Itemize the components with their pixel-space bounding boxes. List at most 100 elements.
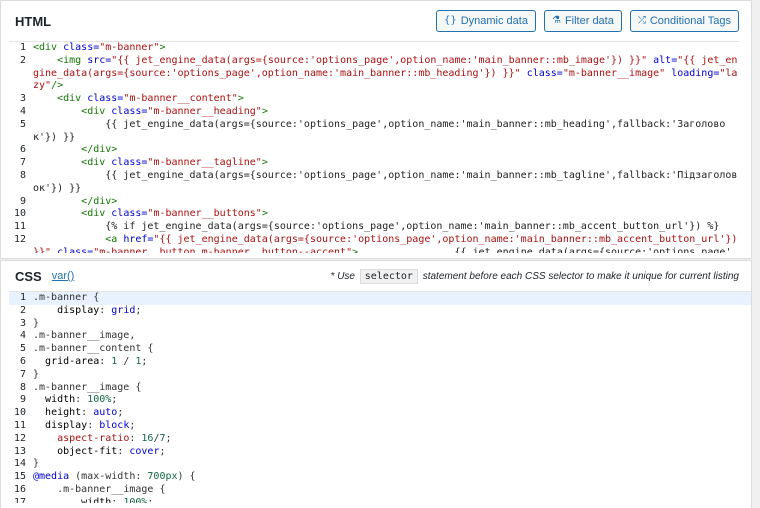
code-token: : [117,445,130,457]
code-token: "m-banner__heading" [147,105,262,117]
html-code-editor[interactable]: 1 <div class="m-banner"> 2 <img src="{{ je… [9,41,739,253]
line-number: 9 [19,195,26,207]
code-token: class= [520,67,563,79]
code-token: ; [159,445,166,457]
line-text: object-fit: cover; [33,446,751,459]
line-text: <div class="m-banner"> [33,42,739,55]
code-token: ; [111,394,118,406]
line-text: <img src="{{ jet_engine_data(args={sourc… [33,55,739,93]
code-token: class= [51,246,94,253]
code-line: 2 <img src="{{ jet_engine_data(args={sou… [9,55,739,93]
line-number: 3 [19,93,26,105]
line-text: width: 100%; [33,394,751,407]
code-token: </div> [81,144,118,156]
html-panel-header: HTML {} Dynamic data ⚗ Filter data ⤮ Con… [1,1,751,41]
code-token: .m-banner__image { [33,483,166,495]
code-line: 1 .m-banner { [9,292,751,305]
code-token: cover [129,445,160,457]
line-text: display: block; [33,420,751,433]
dynamic-data-button[interactable]: {} Dynamic data [435,10,536,32]
code-token: <div [81,105,106,117]
code-token: .m-banner { [33,292,100,303]
code-token: grid [111,304,136,316]
line-text: <div class="m-banner__tagline"> [33,157,739,170]
line-number: 11 [13,419,26,431]
html-panel: HTML {} Dynamic data ⚗ Filter data ⤮ Con… [0,0,752,259]
code-line: 12 <a href="{{ jet_engine_data(args={sou… [9,234,739,253]
shuffle-icon: ⤮ [637,15,646,26]
code-line: 7 <div class="m-banner__tagline"> [9,157,739,170]
line-text: {{ jet_engine_data(args={source:'options… [33,119,739,145]
code-token: .m-banner__image, [33,330,136,342]
code-token: > [159,42,166,53]
code-token: > [261,208,268,220]
code-token: ) { [177,471,196,483]
code-token: <img [57,54,82,66]
line-number: 5 [19,343,26,355]
code-line: 8 .m-banner__image { [9,382,751,395]
code-token: > [261,105,268,117]
code-token: <a [105,233,118,245]
filter-icon: ⚗ [551,15,561,26]
code-token: > [261,157,268,169]
line-number: 1 [19,292,26,303]
hint-prefix: * Use [330,270,355,282]
code-token: class= [105,105,148,117]
code-token: width [33,394,76,406]
code-line: 2 display: grid; [9,305,751,318]
line-number: 12 [13,432,26,444]
css-panel-header: CSS var() * Use selector statement befor… [1,261,751,291]
code-token: (max-width: [69,471,148,483]
line-text: </div> [33,144,739,157]
line-number: 5 [19,118,26,130]
code-token: display [33,419,88,431]
code-token: > [237,93,244,105]
code-token: </div> [81,195,118,207]
line-number: 9 [19,394,26,406]
code-token: loading= [665,67,720,79]
line-text: width: 100%; [33,497,751,503]
line-number: 7 [19,368,26,380]
code-token: : [81,407,94,419]
code-line: 9 </div> [9,196,739,209]
code-token: @media [33,471,70,483]
code-token: : [99,355,112,367]
code-token: 100% [87,394,112,406]
hint-code: selector [359,268,418,284]
code-token: aspect-ratio [33,432,130,444]
conditional-tags-button[interactable]: ⤮ Conditional Tags [629,10,739,32]
code-token: {% if jet_engine_data(args={source:'opti… [33,221,720,233]
line-text: </div> [33,196,739,209]
selector-hint: * Use selector statement before each CSS… [330,268,739,284]
css-code-editor[interactable]: 1 .m-banner {2 display: grid; 3} 4 .m-banner… [9,291,751,503]
code-line: 9 width: 100%; [9,394,751,407]
html-panel-title: HTML [15,13,52,29]
code-token: "m-banner__button m-banner__button--acce… [93,246,353,253]
code-token: "m-banner__image" [562,67,666,79]
line-number: 8 [19,169,26,181]
line-text: } [33,318,751,331]
code-token: object-fit [33,445,118,457]
css-panel-title: CSS [15,268,42,284]
line-text: <div class="m-banner__content"> [33,93,739,106]
code-token: : [129,432,142,444]
code-token: 16 [141,432,154,444]
code-token: / [117,355,136,367]
dynamic-data-label: Dynamic data [460,15,528,27]
code-token: <div [33,42,58,53]
line-text: .m-banner__image, [33,330,751,343]
code-token: alt= [647,54,678,66]
line-text: display: grid; [33,305,751,318]
line-number: 10 [13,407,26,419]
code-line: 3 <div class="m-banner__content"> [9,93,739,106]
code-token: 100% [123,496,148,503]
line-number: 7 [19,157,26,169]
code-line: 17 width: 100%; [9,497,751,503]
filter-data-button[interactable]: ⚗ Filter data [543,10,622,32]
code-token: class= [105,208,148,220]
var-link[interactable]: var() [52,270,75,282]
code-token: <div [57,93,82,105]
